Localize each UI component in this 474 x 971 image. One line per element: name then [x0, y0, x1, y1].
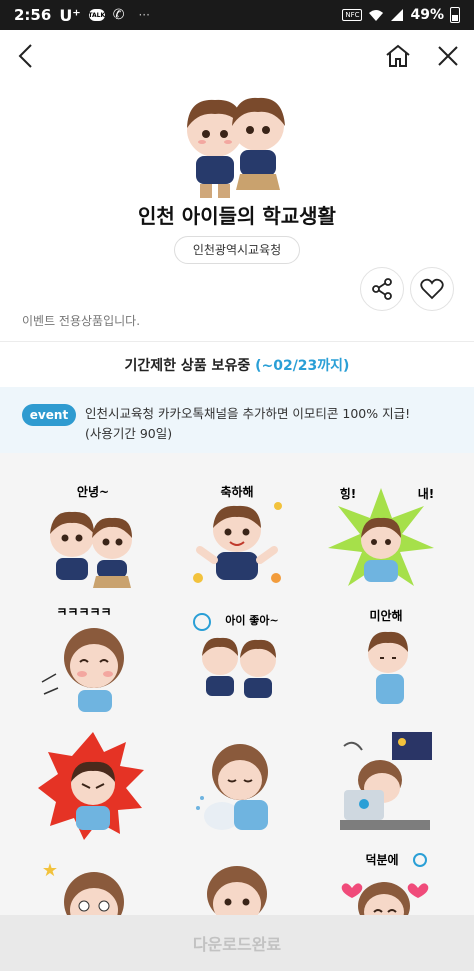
event-only-note: 이벤트 전용상품입니다. — [22, 314, 141, 328]
sticker-angry[interactable] — [34, 728, 152, 846]
sticker-caption: 안녕~ — [77, 484, 109, 499]
period-notice: 기간제한 상품 보유중 (~02/23까지) — [0, 355, 474, 375]
favorite-button[interactable] — [410, 267, 454, 311]
sticker-sad[interactable] — [178, 728, 296, 846]
download-complete-button[interactable]: 다운로드완료 — [0, 915, 474, 971]
navigation-bar — [0, 30, 474, 82]
sticker-hello[interactable]: 안녕~ — [34, 478, 152, 596]
event-badge: event — [22, 404, 76, 426]
home-button[interactable] — [380, 38, 416, 74]
talk-icon: TALK — [88, 9, 105, 21]
product-header: 인천 아이들의 학교생활 인천광역시교육청 이벤트 전용상품입니다. — [0, 82, 474, 342]
publisher-tag[interactable]: 인천광역시교육청 — [174, 236, 300, 264]
nfc-icon: NFC — [342, 9, 363, 21]
period-label: 기간제한 상품 보유중 — [124, 358, 251, 374]
wifi-call-icon: ✆ — [112, 7, 125, 23]
product-thumbnail-image — [187, 97, 285, 198]
star-icon: ★ — [42, 860, 58, 881]
sticker-laugh[interactable]: ㅋㅋㅋㅋㅋ — [34, 602, 152, 720]
status-time: 2:56 — [14, 6, 52, 24]
section-divider — [0, 341, 474, 342]
sticker-caption: 미안해 — [369, 608, 402, 623]
signal-icon — [391, 9, 404, 21]
event-line-2: (사용기간 90일) — [85, 426, 173, 441]
sticker-caption: 덕분에 — [365, 852, 398, 867]
heart-icon — [420, 278, 444, 300]
sticker-caption: ㅋㅋㅋㅋㅋ — [56, 605, 111, 619]
product-title: 인천 아이들의 학교생활 — [138, 204, 336, 228]
wifi-icon — [369, 10, 384, 21]
home-icon — [386, 44, 410, 67]
event-banner[interactable]: event 인천시교육청 카카오톡채널을 추가하면 이모티콘 100% 지급! … — [0, 387, 474, 453]
carrier-label: U⁺ — [59, 5, 81, 25]
sticker-caption: 아이 좋아~ — [225, 613, 279, 627]
close-button[interactable] — [430, 38, 466, 74]
sticker-cheer[interactable]: 힝! 내! — [322, 478, 440, 596]
sticker-caption: 힝! — [340, 486, 357, 501]
event-description: 인천시교육청 카카오톡채널을 추가하면 이모티콘 100% 지급! (사용기간 … — [85, 404, 455, 444]
sticker-caption-2: 내! — [418, 486, 435, 501]
sticker-sorry[interactable]: 미안해 — [322, 602, 440, 720]
sticker-love-it[interactable]: 아이 좋아~ — [178, 602, 296, 720]
sticker-night-study[interactable] — [322, 728, 440, 846]
status-bar: 2:56 U⁺ TALK ✆ ··· NFC 49% — [0, 0, 474, 30]
close-icon — [438, 46, 458, 66]
chevron-left-icon — [18, 44, 32, 68]
battery-icon — [450, 7, 460, 23]
share-button[interactable] — [360, 267, 404, 311]
battery-percent: 49% — [410, 7, 444, 23]
event-line-1: 인천시교육청 카카오톡채널을 추가하면 이모티콘 100% 지급! — [85, 406, 411, 421]
sticker-caption: 축하해 — [220, 484, 253, 499]
share-icon — [372, 278, 392, 300]
sticker-congrats[interactable]: 축하해 — [178, 478, 296, 596]
more-notifications-icon: ··· — [138, 8, 150, 22]
back-button[interactable] — [8, 38, 44, 74]
period-date: (~02/23까지) — [255, 358, 350, 374]
